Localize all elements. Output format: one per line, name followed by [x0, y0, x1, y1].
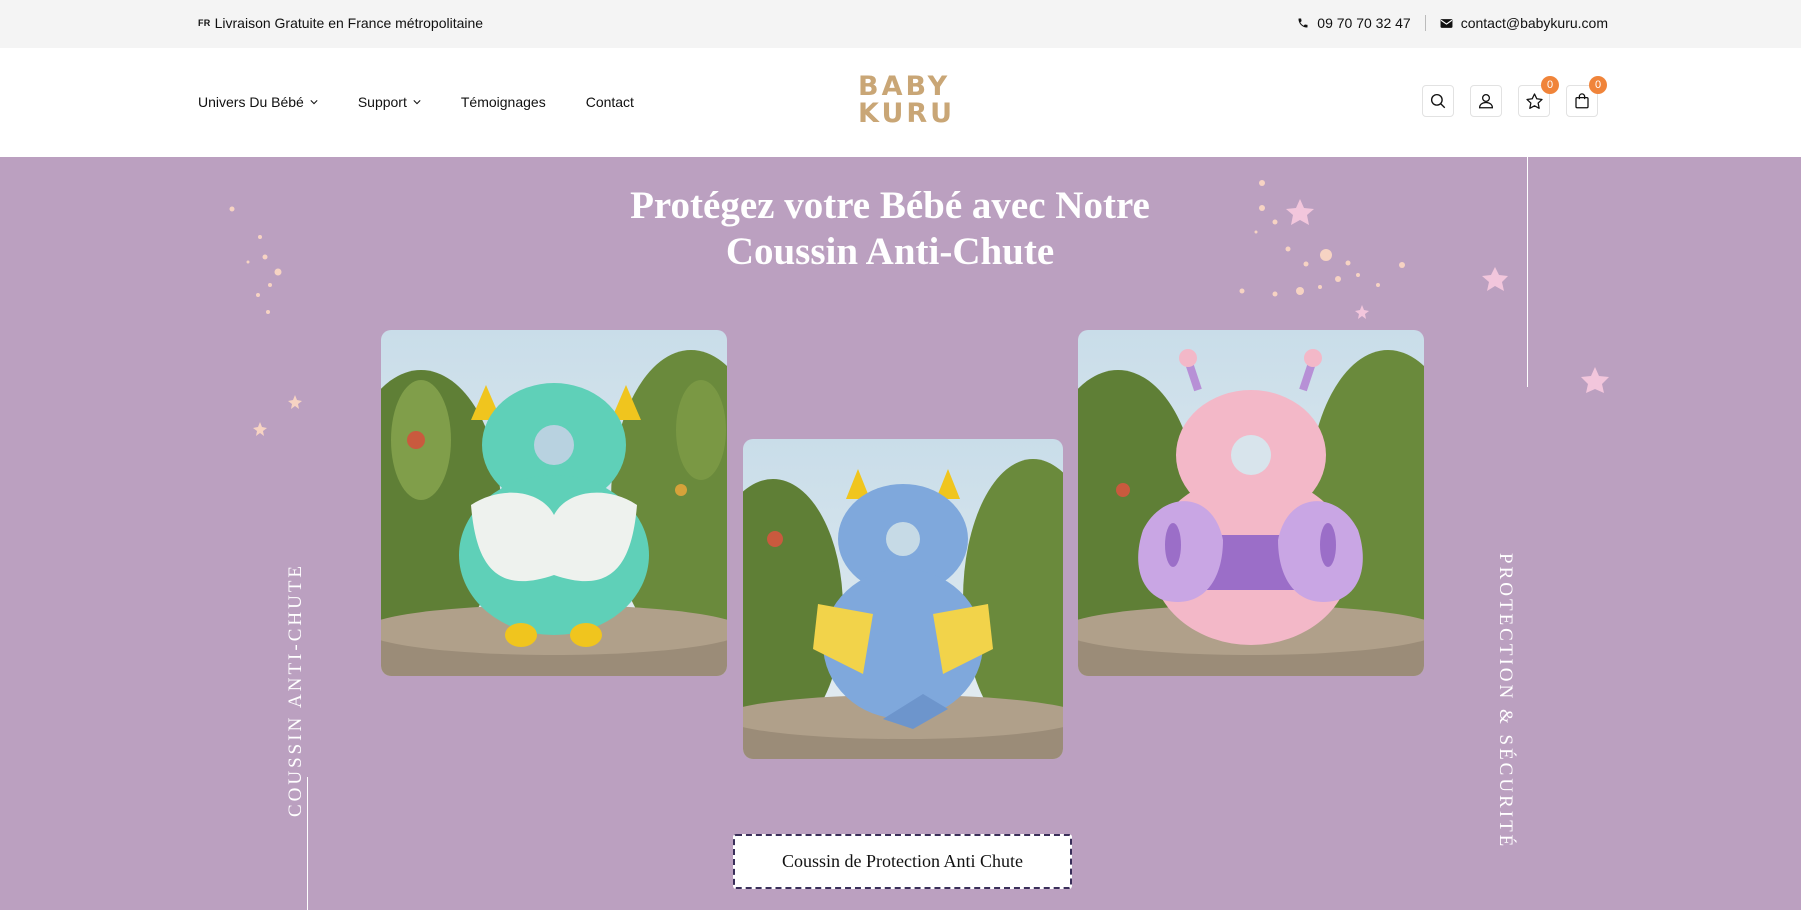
- nav-label: Témoignages: [460, 94, 546, 110]
- nav-contact[interactable]: Contact: [586, 94, 634, 110]
- mail-icon: [1440, 18, 1453, 28]
- cart-count-badge: 0: [1589, 76, 1607, 94]
- nav-univers-du-bebe[interactable]: Univers Du Bébé: [198, 94, 318, 110]
- product-card-dragon[interactable]: [743, 439, 1063, 759]
- shop-anti-fall-cushion-button[interactable]: Coussin de Protection Anti Chute: [733, 834, 1072, 889]
- wishlist-count-badge: 0: [1541, 76, 1559, 94]
- wishlist-button[interactable]: 0: [1518, 76, 1559, 117]
- header-actions: 0 0: [1406, 76, 1607, 117]
- main-header: Univers Du Bébé Support Témoignages Cont…: [0, 48, 1801, 157]
- star-icon: [1525, 92, 1543, 109]
- product-card-butterfly[interactable]: [1078, 330, 1424, 676]
- chevron-down-icon: [413, 100, 421, 105]
- site-logo[interactable]: BABY KURU: [858, 71, 956, 131]
- nav-temoignages[interactable]: Témoignages: [461, 94, 546, 110]
- hero-title: Protégez votre Bébé avec Notre Coussin A…: [550, 183, 1230, 275]
- right-vertical-line: [1527, 157, 1528, 387]
- user-icon: [1478, 93, 1494, 109]
- search-button[interactable]: [1422, 85, 1454, 117]
- logo-line-1: BABY: [858, 71, 951, 102]
- search-icon: [1430, 93, 1446, 109]
- nav-label: Contact: [585, 94, 634, 110]
- shipping-promo-text: Livraison Gratuite en France métropolita…: [214, 15, 484, 31]
- logo-line-2: KURU: [858, 98, 956, 129]
- phone-link[interactable]: 09 70 70 32 47: [1297, 15, 1411, 31]
- shopping-bag-icon: [1575, 93, 1589, 109]
- nav-support[interactable]: Support: [358, 94, 421, 110]
- email-address: contact@babykuru.com: [1460, 15, 1608, 31]
- nav-label: Univers Du Bébé: [198, 94, 304, 110]
- right-vertical-label: PROTECTION & SÉCURITÉ: [1495, 553, 1516, 850]
- email-link[interactable]: contact@babykuru.com: [1440, 15, 1608, 31]
- chevron-down-icon: [310, 100, 318, 105]
- account-button[interactable]: [1470, 85, 1502, 117]
- left-vertical-line: [307, 777, 308, 910]
- contact-info: 09 70 70 32 47 contact@babykuru.com: [1297, 15, 1608, 31]
- phone-icon: [1298, 18, 1308, 28]
- phone-number: 09 70 70 32 47: [1317, 15, 1411, 31]
- divider: [1424, 15, 1426, 31]
- main-nav: Univers Du Bébé Support Témoignages Cont…: [198, 94, 674, 110]
- shipping-promo: FR Livraison Gratuite en France métropol…: [198, 15, 483, 31]
- hero-title-line-1: Protégez votre Bébé avec Notre: [630, 184, 1150, 227]
- left-vertical-label: COUSSIN ANTI-CHUTE: [285, 562, 306, 817]
- hero-section: Protégez votre Bébé avec Notre Coussin A…: [0, 157, 1801, 910]
- nav-label: Support: [357, 94, 407, 110]
- dragon-cushion-image: [743, 439, 1063, 759]
- owl-cushion-image: [381, 330, 727, 676]
- product-card-owl[interactable]: [381, 330, 727, 676]
- butterfly-cushion-image: [1078, 330, 1424, 676]
- hero-title-line-2: Coussin Anti-Chute: [725, 230, 1055, 273]
- sparkles-left-decoration: [229, 206, 302, 436]
- country-flag-label: FR: [198, 18, 211, 28]
- top-bar: FR Livraison Gratuite en France métropol…: [0, 0, 1801, 48]
- cart-button[interactable]: 0: [1566, 76, 1607, 117]
